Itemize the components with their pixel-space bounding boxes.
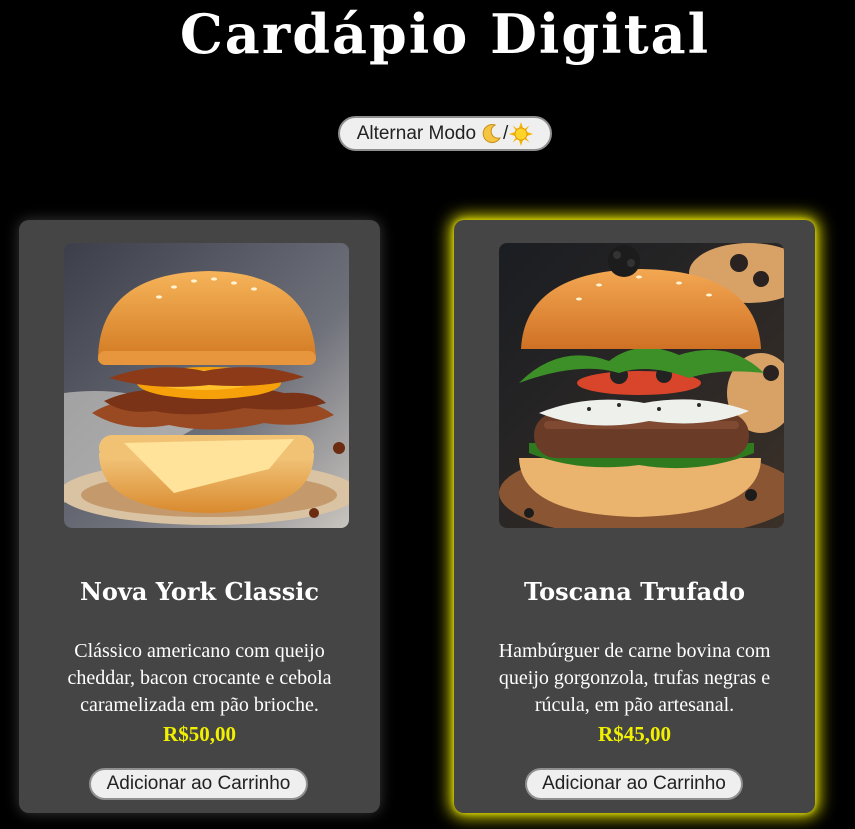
theme-toggle-icons: /: [480, 121, 534, 146]
truffle-burger-icon: [499, 243, 784, 528]
page-title: Cardápio Digital: [179, 2, 711, 66]
theme-toggle-separator: /: [503, 122, 509, 144]
product-name: Toscana Trufado: [523, 577, 745, 606]
theme-toggle-label: Alternar Modo: [356, 122, 477, 144]
product-description: Hambúrguer de carne bovina com queijo go…: [498, 640, 771, 716]
product-image: [64, 243, 349, 528]
product-description: Clássico americano com queijo cheddar, b…: [67, 640, 332, 716]
product-card-toscana: Toscana Trufado Hambúrguer de carne bovi…: [454, 220, 815, 813]
product-price: R$50,00: [163, 722, 236, 746]
product-name: Nova York Classic: [79, 577, 319, 606]
add-to-cart-button[interactable]: Adicionar ao Carrinho: [89, 768, 308, 800]
product-card-nova-york: Nova York Classic Clássico americano com…: [19, 220, 380, 813]
sun-icon: [509, 121, 534, 146]
product-price: R$45,00: [598, 722, 671, 746]
moon-icon: [482, 123, 502, 143]
bacon-cheeseburger-icon: [64, 243, 349, 528]
product-image: [499, 243, 784, 528]
theme-toggle-button[interactable]: Alternar Modo /: [338, 116, 552, 151]
add-to-cart-button[interactable]: Adicionar ao Carrinho: [525, 768, 743, 800]
